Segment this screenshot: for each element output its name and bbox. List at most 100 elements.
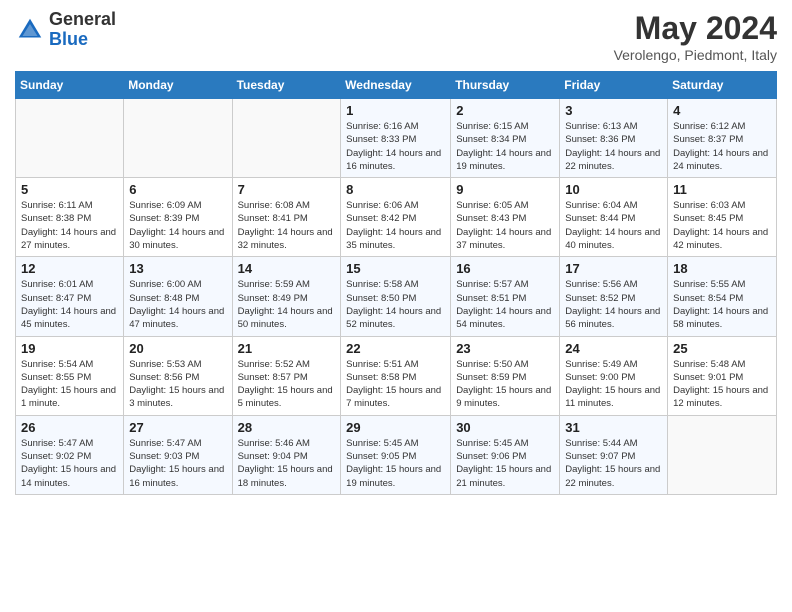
table-row: 23Sunrise: 5:50 AM Sunset: 8:59 PM Dayli… (451, 336, 560, 415)
col-friday: Friday (560, 72, 668, 99)
table-row: 15Sunrise: 5:58 AM Sunset: 8:50 PM Dayli… (341, 257, 451, 336)
day-number: 3 (565, 103, 662, 118)
day-number: 7 (238, 182, 336, 197)
table-row: 9Sunrise: 6:05 AM Sunset: 8:43 PM Daylig… (451, 178, 560, 257)
calendar-week-1: 1Sunrise: 6:16 AM Sunset: 8:33 PM Daylig… (16, 99, 777, 178)
table-row: 31 Sunrise: 5:44 AM Sunset: 9:07 PM Dayli… (560, 415, 668, 494)
table-row: 25Sunrise: 5:48 AM Sunset: 9:01 PM Dayli… (668, 336, 777, 415)
day-number: 11 (673, 182, 771, 197)
table-row: 11 Sunrise: 6:03 AM Sunset: 8:45 PM Dayli… (668, 178, 777, 257)
day-number: 17 (565, 261, 662, 276)
col-wednesday: Wednesday (341, 72, 451, 99)
table-row: 6 Sunrise: 6:09 AM Sunset: 8:39 PM Daylig… (124, 178, 232, 257)
table-row: 14 Sunrise: 5:59 AM Sunset: 8:49 PM Dayli… (232, 257, 341, 336)
day-number: 22 (346, 341, 445, 356)
day-info: Sunrise: 6:03 AM Sunset: 8:45 PM Dayligh… (673, 199, 771, 252)
table-row: 19 Sunrise: 5:54 AM Sunset: 8:55 PM Dayli… (16, 336, 124, 415)
day-number: 14 (238, 261, 336, 276)
day-number: 27 (129, 420, 226, 435)
calendar-week-4: 19 Sunrise: 5:54 AM Sunset: 8:55 PM Dayli… (16, 336, 777, 415)
title-month: May 2024 (614, 10, 777, 47)
logo: General Blue (15, 10, 116, 50)
day-info: Sunrise: 5:46 AM Sunset: 9:04 PM Dayligh… (238, 437, 336, 490)
day-info: Sunrise: 6:05 AM Sunset: 8:43 PM Dayligh… (456, 199, 554, 252)
day-number: 19 (21, 341, 118, 356)
table-row: 10Sunrise: 6:04 AM Sunset: 8:44 PM Dayli… (560, 178, 668, 257)
day-info: Sunrise: 6:16 AM Sunset: 8:33 PM Dayligh… (346, 120, 445, 173)
day-info: Sunrise: 5:45 AM Sunset: 9:05 PM Dayligh… (346, 437, 445, 490)
title-location: Verolengo, Piedmont, Italy (614, 47, 777, 63)
table-row: 4Sunrise: 6:12 AM Sunset: 8:37 PM Daylig… (668, 99, 777, 178)
page: General Blue May 2024 Verolengo, Piedmon… (0, 0, 792, 612)
day-number: 13 (129, 261, 226, 276)
col-monday: Monday (124, 72, 232, 99)
day-number: 25 (673, 341, 771, 356)
day-number: 21 (238, 341, 336, 356)
calendar: Sunday Monday Tuesday Wednesday Thursday… (15, 71, 777, 495)
table-row: 28Sunrise: 5:46 AM Sunset: 9:04 PM Dayli… (232, 415, 341, 494)
day-info: Sunrise: 6:01 AM Sunset: 8:47 PM Dayligh… (21, 278, 118, 331)
table-row (16, 99, 124, 178)
calendar-week-5: 26 Sunrise: 5:47 AM Sunset: 9:02 PM Dayli… (16, 415, 777, 494)
col-tuesday: Tuesday (232, 72, 341, 99)
day-info: Sunrise: 6:08 AM Sunset: 8:41 PM Dayligh… (238, 199, 336, 252)
day-number: 24 (565, 341, 662, 356)
day-info: Sunrise: 5:52 AM Sunset: 8:57 PM Dayligh… (238, 358, 336, 411)
day-info: Sunrise: 5:50 AM Sunset: 8:59 PM Dayligh… (456, 358, 554, 411)
logo-text: General Blue (49, 10, 116, 50)
day-info: Sunrise: 5:56 AM Sunset: 8:52 PM Dayligh… (565, 278, 662, 331)
day-number: 18 (673, 261, 771, 276)
table-row: 30 Sunrise: 5:45 AM Sunset: 9:06 PM Dayli… (451, 415, 560, 494)
day-info: Sunrise: 6:06 AM Sunset: 8:42 PM Dayligh… (346, 199, 445, 252)
table-row: 8 Sunrise: 6:06 AM Sunset: 8:42 PM Daylig… (341, 178, 451, 257)
day-info: Sunrise: 5:53 AM Sunset: 8:56 PM Dayligh… (129, 358, 226, 411)
day-info: Sunrise: 5:59 AM Sunset: 8:49 PM Dayligh… (238, 278, 336, 331)
table-row: 16Sunrise: 5:57 AM Sunset: 8:51 PM Dayli… (451, 257, 560, 336)
day-number: 10 (565, 182, 662, 197)
logo-general: General (49, 9, 116, 29)
day-info: Sunrise: 5:55 AM Sunset: 8:54 PM Dayligh… (673, 278, 771, 331)
day-info: Sunrise: 5:51 AM Sunset: 8:58 PM Dayligh… (346, 358, 445, 411)
table-row: 3 Sunrise: 6:13 AM Sunset: 8:36 PM Daylig… (560, 99, 668, 178)
table-row: 26 Sunrise: 5:47 AM Sunset: 9:02 PM Dayli… (16, 415, 124, 494)
day-info: Sunrise: 5:57 AM Sunset: 8:51 PM Dayligh… (456, 278, 554, 331)
table-row: 5Sunrise: 6:11 AM Sunset: 8:38 PM Daylig… (16, 178, 124, 257)
day-info: Sunrise: 6:09 AM Sunset: 8:39 PM Dayligh… (129, 199, 226, 252)
table-row: 18 Sunrise: 5:55 AM Sunset: 8:54 PM Dayli… (668, 257, 777, 336)
day-number: 31 (565, 420, 662, 435)
day-number: 30 (456, 420, 554, 435)
day-info: Sunrise: 5:45 AM Sunset: 9:06 PM Dayligh… (456, 437, 554, 490)
col-saturday: Saturday (668, 72, 777, 99)
logo-icon (15, 15, 45, 45)
table-row: 12Sunrise: 6:01 AM Sunset: 8:47 PM Dayli… (16, 257, 124, 336)
day-info: Sunrise: 6:15 AM Sunset: 8:34 PM Dayligh… (456, 120, 554, 173)
table-row: 2 Sunrise: 6:15 AM Sunset: 8:34 PM Daylig… (451, 99, 560, 178)
day-number: 8 (346, 182, 445, 197)
table-row (668, 415, 777, 494)
calendar-week-2: 5Sunrise: 6:11 AM Sunset: 8:38 PM Daylig… (16, 178, 777, 257)
table-row: 13Sunrise: 6:00 AM Sunset: 8:48 PM Dayli… (124, 257, 232, 336)
table-row: 22 Sunrise: 5:51 AM Sunset: 8:58 PM Dayli… (341, 336, 451, 415)
table-row (232, 99, 341, 178)
day-info: Sunrise: 5:44 AM Sunset: 9:07 PM Dayligh… (565, 437, 662, 490)
calendar-header-row: Sunday Monday Tuesday Wednesday Thursday… (16, 72, 777, 99)
day-number: 26 (21, 420, 118, 435)
title-block: May 2024 Verolengo, Piedmont, Italy (614, 10, 777, 63)
day-number: 2 (456, 103, 554, 118)
calendar-week-3: 12Sunrise: 6:01 AM Sunset: 8:47 PM Dayli… (16, 257, 777, 336)
table-row (124, 99, 232, 178)
day-info: Sunrise: 5:47 AM Sunset: 9:03 PM Dayligh… (129, 437, 226, 490)
day-number: 6 (129, 182, 226, 197)
table-row: 29 Sunrise: 5:45 AM Sunset: 9:05 PM Dayli… (341, 415, 451, 494)
col-sunday: Sunday (16, 72, 124, 99)
day-info: Sunrise: 6:12 AM Sunset: 8:37 PM Dayligh… (673, 120, 771, 173)
day-number: 20 (129, 341, 226, 356)
day-info: Sunrise: 6:13 AM Sunset: 8:36 PM Dayligh… (565, 120, 662, 173)
day-info: Sunrise: 5:47 AM Sunset: 9:02 PM Dayligh… (21, 437, 118, 490)
table-row: 27 Sunrise: 5:47 AM Sunset: 9:03 PM Dayli… (124, 415, 232, 494)
day-number: 29 (346, 420, 445, 435)
day-info: Sunrise: 5:49 AM Sunset: 9:00 PM Dayligh… (565, 358, 662, 411)
day-info: Sunrise: 5:54 AM Sunset: 8:55 PM Dayligh… (21, 358, 118, 411)
table-row: 20 Sunrise: 5:53 AM Sunset: 8:56 PM Dayli… (124, 336, 232, 415)
day-info: Sunrise: 6:11 AM Sunset: 8:38 PM Dayligh… (21, 199, 118, 252)
